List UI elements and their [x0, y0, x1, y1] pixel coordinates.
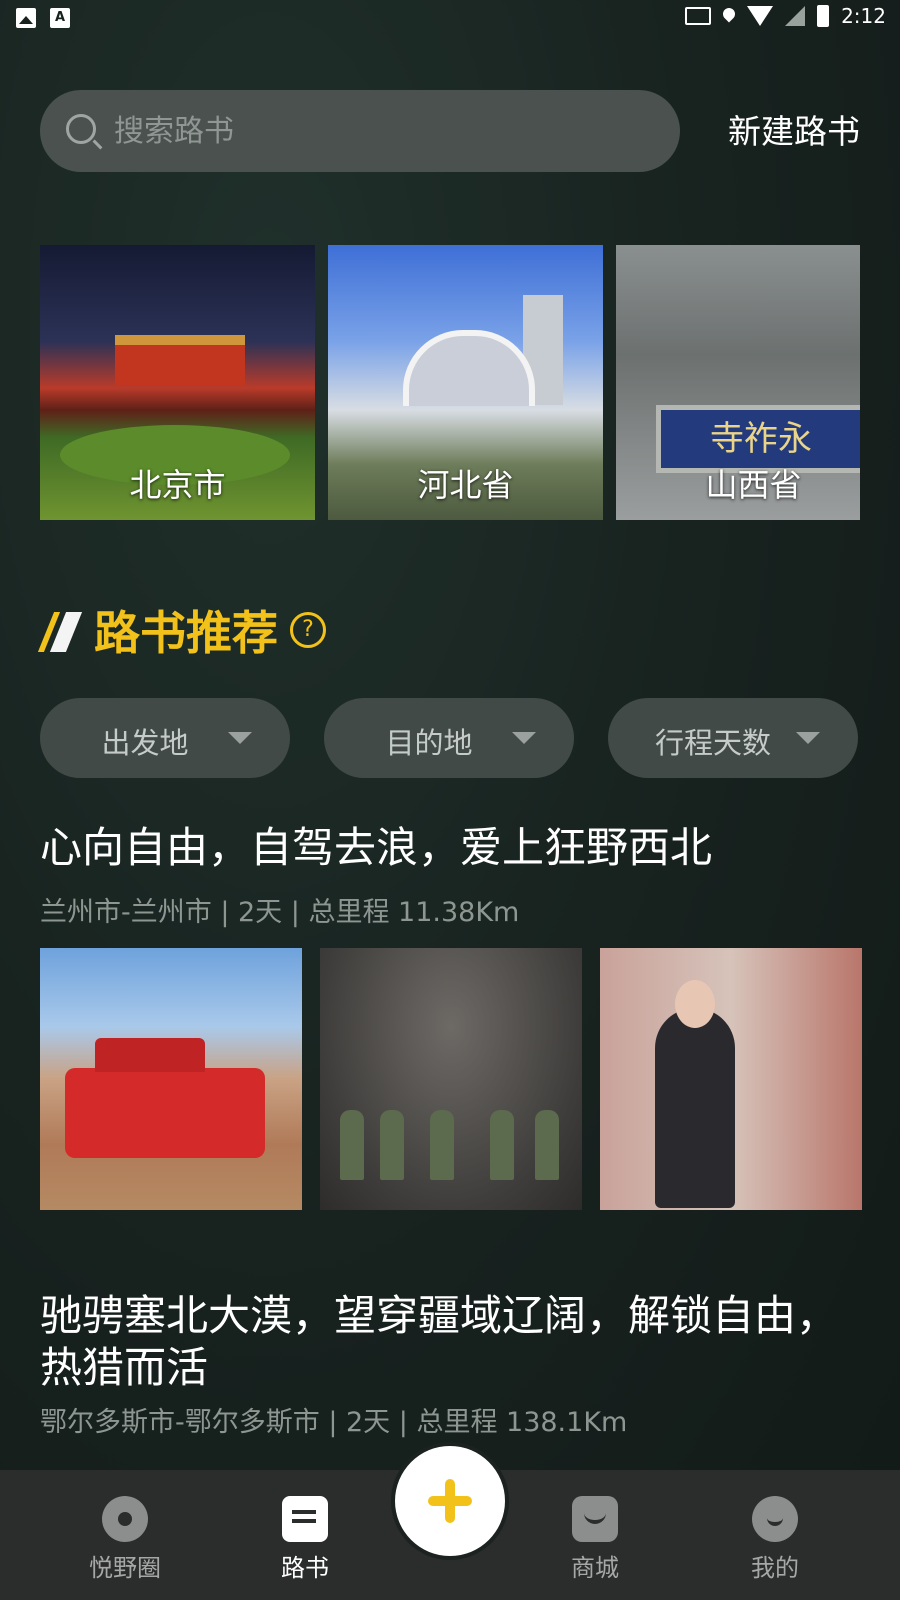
search-bar[interactable] [40, 90, 680, 172]
chevron-down-icon [512, 732, 536, 744]
filter-days[interactable]: 行程天数 [608, 698, 858, 778]
new-roadbook-button[interactable]: 新建路书 [728, 105, 860, 153]
double-slash-icon [37, 608, 83, 652]
profile-icon [752, 1496, 798, 1542]
car-shape [65, 1038, 265, 1158]
route-photo[interactable] [40, 948, 302, 1210]
nav-item-profile[interactable]: 我的 [720, 1496, 830, 1583]
route-photo[interactable] [600, 948, 862, 1210]
help-icon[interactable]: ? [290, 612, 326, 648]
section-header: 路书推荐 ? [37, 600, 326, 660]
filter-label: 出发地 [101, 726, 189, 760]
wifi-icon [747, 6, 774, 26]
route-photo[interactable] [320, 948, 582, 1210]
reel-icon [102, 1496, 148, 1542]
cast-icon [685, 7, 712, 25]
chevron-down-icon [228, 732, 252, 744]
nav-item-roadbook[interactable]: 路书 [250, 1496, 360, 1583]
nav-label: 悦野圈 [89, 1554, 161, 1582]
person-shape [655, 980, 735, 1208]
chevron-down-icon [796, 732, 820, 744]
nav-label: 路书 [281, 1554, 329, 1582]
region-card-beijing[interactable]: 北京市 [40, 245, 315, 520]
nav-item-yueyequan[interactable]: 悦野圈 [70, 1496, 180, 1583]
statue-shape [340, 1110, 364, 1180]
location-icon [720, 5, 738, 23]
statue-shape [490, 1110, 514, 1180]
shop-icon [572, 1496, 618, 1542]
statue-shape [430, 1110, 454, 1180]
statue-shape [535, 1110, 559, 1180]
nav-item-shop[interactable]: 商城 [540, 1496, 650, 1583]
region-card-hebei[interactable]: 河北省 [328, 245, 603, 520]
region-carousel[interactable]: 北京市 河北省 寺祚永 山西省 [40, 245, 860, 520]
image-notification-icon [16, 8, 36, 28]
region-image-shape [403, 330, 535, 406]
route-subtitle: 兰州市-兰州市 | 2天 | 总里程 11.38Km [40, 897, 520, 928]
route-photos[interactable] [40, 948, 862, 1210]
region-card-label: 河北省 [417, 466, 514, 504]
statue-shape [380, 1110, 404, 1180]
add-button[interactable] [395, 1446, 505, 1556]
document-icon [282, 1496, 328, 1542]
signal-icon [785, 6, 806, 26]
status-time: 2:12 [841, 4, 886, 28]
battery-icon [817, 5, 830, 27]
section-title: 路书推荐 [94, 606, 278, 660]
status-bar: A 2:12 [0, 0, 900, 36]
route-title[interactable]: 心向自由，自驾去浪，爱上狂野西北 [40, 822, 860, 874]
search-input[interactable] [114, 90, 654, 172]
filter-label: 目的地 [385, 726, 473, 760]
region-card-label: 北京市 [129, 466, 226, 504]
route-subtitle: 鄂尔多斯市-鄂尔多斯市 | 2天 | 总里程 138.1Km [40, 1407, 628, 1438]
filter-departure[interactable]: 出发地 [40, 698, 290, 778]
a-notification-icon: A [50, 8, 70, 28]
region-card-shanxi[interactable]: 寺祚永 山西省 [616, 245, 860, 520]
search-icon [66, 114, 96, 144]
nav-label: 商城 [571, 1554, 619, 1582]
region-card-label: 山西省 [705, 466, 802, 504]
filter-label: 行程天数 [654, 726, 771, 760]
filter-destination[interactable]: 目的地 [324, 698, 574, 778]
plus-icon [445, 1479, 455, 1523]
region-image-shape [115, 335, 245, 385]
scrolled-section-title [40, 188, 300, 212]
nav-label: 我的 [751, 1554, 799, 1582]
route-title[interactable]: 驰骋塞北大漠，望穿疆域辽阔，解锁自由，热猎而活 [40, 1290, 860, 1394]
